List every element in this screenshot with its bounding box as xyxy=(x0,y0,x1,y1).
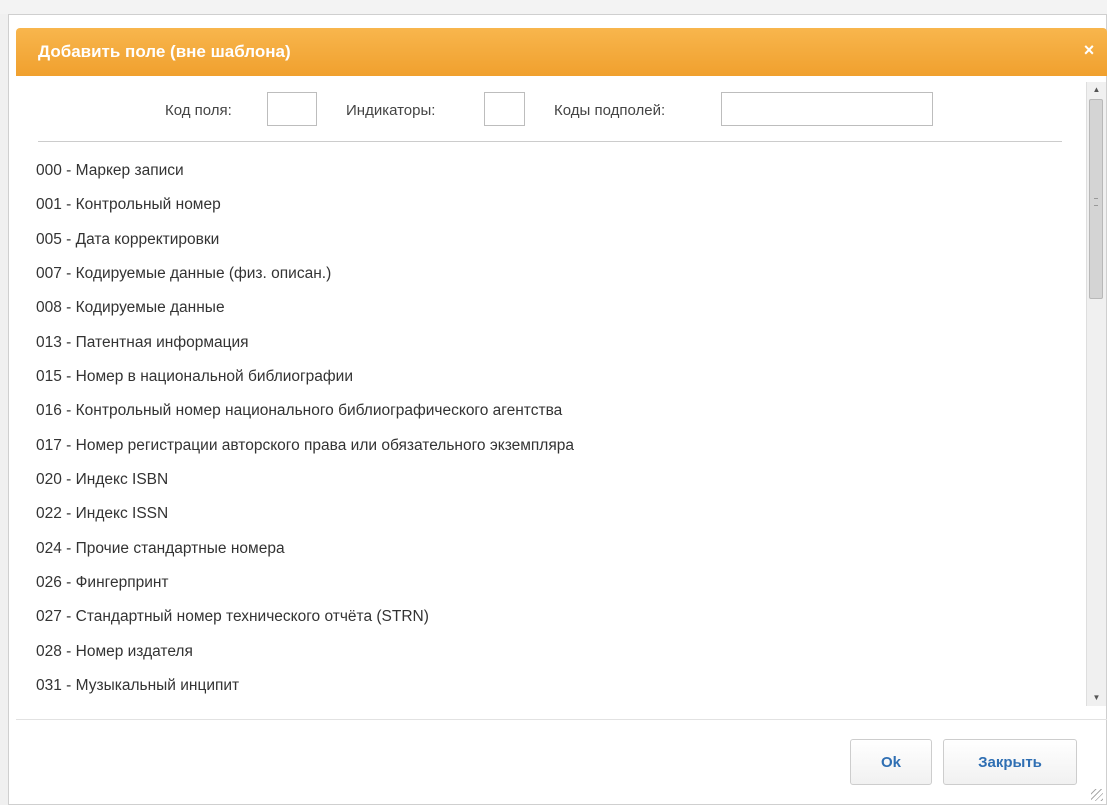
field-list-item[interactable]: 026 - Фингерпринт xyxy=(36,574,169,592)
field-list-item[interactable]: 013 - Патентная информация xyxy=(36,334,249,352)
filter-divider xyxy=(38,141,1062,142)
scroll-grip-icon xyxy=(1094,198,1098,206)
indicators-label: Индикаторы: xyxy=(346,102,436,119)
scroll-thumb[interactable] xyxy=(1089,99,1103,299)
scroll-up-icon[interactable]: ▲ xyxy=(1087,82,1106,98)
field-list-item[interactable]: 008 - Кодируемые данные xyxy=(36,299,225,317)
dialog-titlebar[interactable]: Добавить поле (вне шаблона) × xyxy=(16,28,1107,76)
close-button[interactable]: Закрыть xyxy=(943,739,1077,785)
indicators-input[interactable] xyxy=(484,92,525,126)
field-code-label: Код поля: xyxy=(165,102,232,119)
field-list-item[interactable]: 015 - Номер в национальной библиографии xyxy=(36,368,353,386)
field-list-item[interactable]: 020 - Индекс ISBN xyxy=(36,471,168,489)
field-list-item[interactable]: 022 - Индекс ISSN xyxy=(36,505,168,523)
scroll-down-icon[interactable]: ▼ xyxy=(1087,690,1106,706)
ok-button[interactable]: Ok xyxy=(850,739,932,785)
field-list-item[interactable]: 001 - Контрольный номер xyxy=(36,196,221,214)
field-list-item[interactable]: 000 - Маркер записи xyxy=(36,162,184,180)
list-scrollbar[interactable]: ▲ ▼ xyxy=(1086,82,1106,706)
footer-divider xyxy=(16,719,1107,720)
resize-grip-icon[interactable] xyxy=(1091,789,1103,801)
field-list-item[interactable]: 005 - Дата корректировки xyxy=(36,231,219,249)
field-list-item[interactable]: 028 - Номер издателя xyxy=(36,643,193,661)
field-list-item[interactable]: 016 - Контрольный номер национального би… xyxy=(36,402,562,420)
field-list-item[interactable]: 024 - Прочие стандартные номера xyxy=(36,540,285,558)
subfield-codes-label: Коды подполей: xyxy=(554,102,666,119)
subfield-codes-input[interactable] xyxy=(721,92,933,126)
field-list-item[interactable]: 027 - Стандартный номер технического отч… xyxy=(36,608,429,626)
field-list-item[interactable]: 017 - Номер регистрации авторского права… xyxy=(36,437,574,455)
dialog-title: Добавить поле (вне шаблона) xyxy=(38,42,291,61)
field-list: 000 - Маркер записи 001 - Контрольный но… xyxy=(16,150,1084,706)
close-icon[interactable]: × xyxy=(1079,40,1099,60)
field-code-input[interactable] xyxy=(267,92,317,126)
field-list-item[interactable]: 031 - Музыкальный инципит xyxy=(36,677,239,695)
filter-row: Код поля: Индикаторы: Коды подполей: xyxy=(40,90,1062,130)
background-page-strip xyxy=(0,0,1107,15)
field-list-item[interactable]: 007 - Кодируемые данные (физ. описан.) xyxy=(36,265,331,283)
